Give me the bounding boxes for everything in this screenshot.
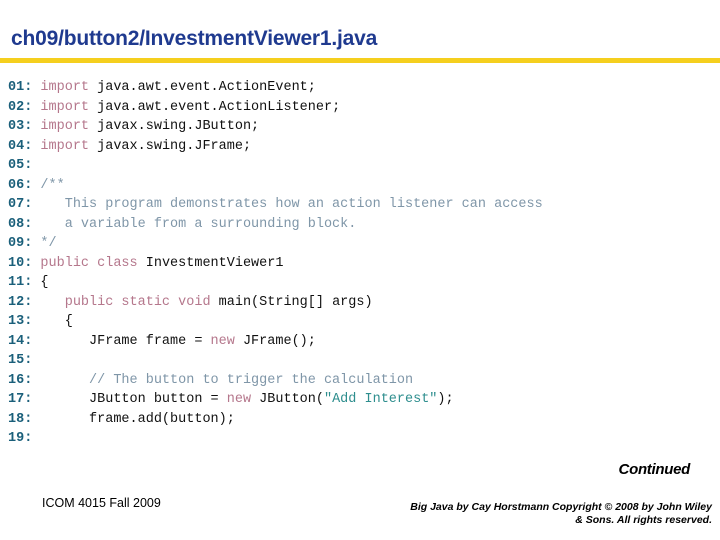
line-number: 10: [8,255,33,271]
code-token-kw: import [40,119,90,134]
code-token-kw: import [40,138,90,154]
code-line: 04: import javax.swing.JFrame; [8,137,714,157]
code-line: 16: // The button to trigger the calcula… [8,371,714,391]
code-line: 15: [8,351,714,371]
line-number: 13: [8,314,33,329]
code-line: 03: import javax.swing.JButton; [8,117,714,137]
code-token-str: "Add Interest" [323,392,438,407]
code-token-plain: java.awt.event.ActionEvent; [89,80,316,95]
line-number: 14: [8,333,33,349]
code-token-cmt: This program demonstrates how an action … [32,197,543,212]
code-token-plain: InvestmentViewer1 [137,255,284,271]
code-token-kw: new [226,392,252,407]
code-line: 11: { [8,273,714,293]
copyright-note: Big Java by Cay Horstmann Copyright © 20… [372,501,712,527]
code-line: 12: public static void main(String[] arg… [8,293,714,313]
code-line: 02: import java.awt.event.ActionListener… [8,98,714,118]
code-token-plain: ); [437,392,454,407]
line-number: 09: [8,236,33,251]
code-token-kw: public class [40,255,138,271]
line-number: 18: [8,411,33,427]
code-line: 08: a variable from a surrounding block. [8,215,714,235]
code-token-plain: { [32,275,49,290]
code-token-kw: import [40,99,90,115]
copyright-line-1: Big Java by Cay Horstmann Copyright © 20… [410,501,712,513]
code-line: 13: { [8,312,714,332]
code-line: 18: frame.add(button); [8,410,714,430]
line-number: 16: [8,372,33,388]
line-number: 11: [8,275,33,290]
code-line: 09: */ [8,234,714,254]
course-label: ICOM 4015 Fall 2009 [42,496,161,510]
code-token-cmt: */ [32,236,57,251]
code-token-plain: main(String[] args) [210,294,373,310]
code-token-plain: javax.swing.JButton; [89,119,260,134]
copyright-line-2: & Sons. All rights reserved. [575,514,712,526]
code-token-cmt: /** [32,177,65,193]
code-token-plain: javax.swing.JFrame; [89,138,252,154]
line-number: 12: [8,294,33,310]
code-token-plain: JFrame(); [234,333,316,349]
code-line: 14: JFrame frame = new JFrame(); [8,332,714,352]
continued-label: Continued [618,461,691,478]
line-number: 17: [8,392,33,407]
line-number: 08: [8,216,33,232]
line-number: 15: [8,353,33,368]
code-line: 19: [8,429,714,449]
code-line: 07: This program demonstrates how an act… [8,195,714,215]
line-number: 05: [8,158,33,173]
page-title: ch09/button2/InvestmentViewer1.java [11,27,378,50]
code-listing: 01: import java.awt.event.ActionEvent; 02… [8,78,714,449]
code-token-plain: frame.add(button); [32,411,235,427]
code-token-plain: { [32,314,73,329]
code-token-plain: JButton button = [32,392,227,407]
line-number: 06: [8,177,33,193]
line-number: 04: [8,138,33,154]
line-number: 07: [8,197,33,212]
code-line: 17: JButton button = new JButton("Add In… [8,390,714,410]
code-token-plain: java.awt.event.ActionListener; [89,99,341,115]
code-token-kw: public static void [64,294,211,310]
code-line: 05: [8,156,714,176]
title-underline-rule [0,58,720,63]
code-token-cmt: // The button to trigger the calculation [32,372,414,388]
code-token-kw: new [210,333,235,349]
line-number: 03: [8,119,33,134]
code-line: 06: /** [8,176,714,196]
code-token-kw: import [40,80,90,95]
code-line: 10: public class InvestmentViewer1 [8,254,714,274]
code-token-plain: JButton( [251,392,324,407]
code-line: 01: import java.awt.event.ActionEvent; [8,78,714,98]
line-number: 19: [8,431,33,446]
line-number: 02: [8,99,33,115]
code-token-cmt: a variable from a surrounding block. [32,216,357,232]
code-token-plain: JFrame frame = [32,333,211,349]
line-number: 01: [8,80,33,95]
